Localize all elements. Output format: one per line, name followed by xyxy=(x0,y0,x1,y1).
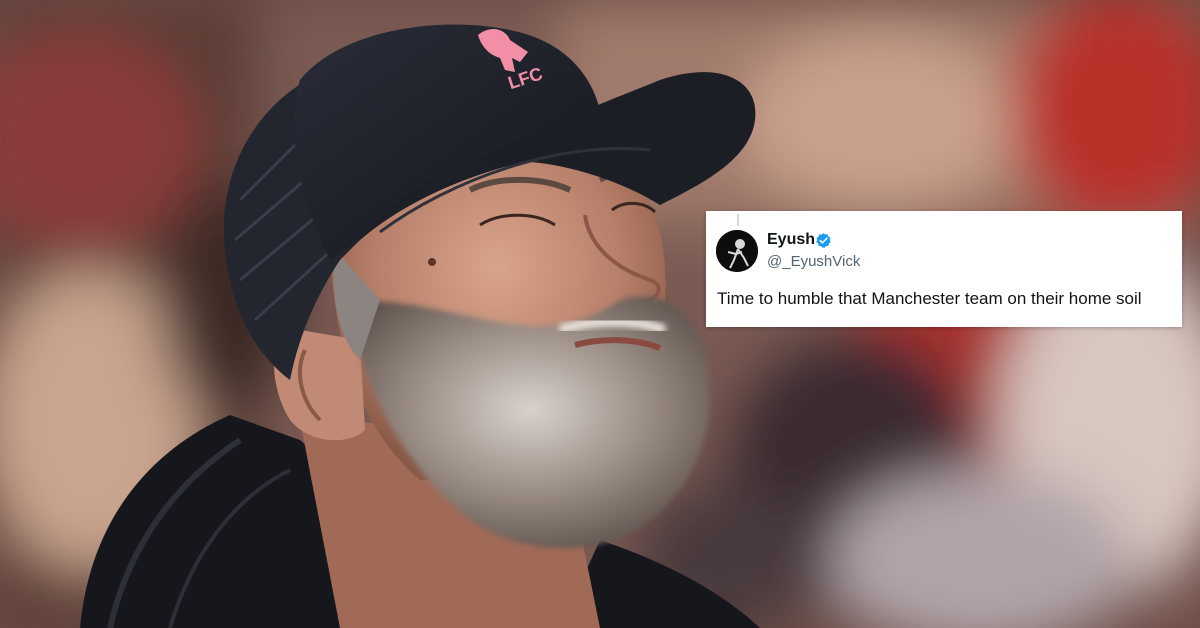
thread-line xyxy=(737,214,739,226)
avatar[interactable] xyxy=(716,230,758,272)
tweet-text: Time to humble that Manchester team on t… xyxy=(717,289,1142,308)
silhouette-avatar-icon xyxy=(716,230,758,272)
user-handle[interactable]: @_EyushVick xyxy=(767,253,860,270)
display-name[interactable]: Eyush xyxy=(767,231,815,249)
verified-badge-icon xyxy=(815,232,832,249)
